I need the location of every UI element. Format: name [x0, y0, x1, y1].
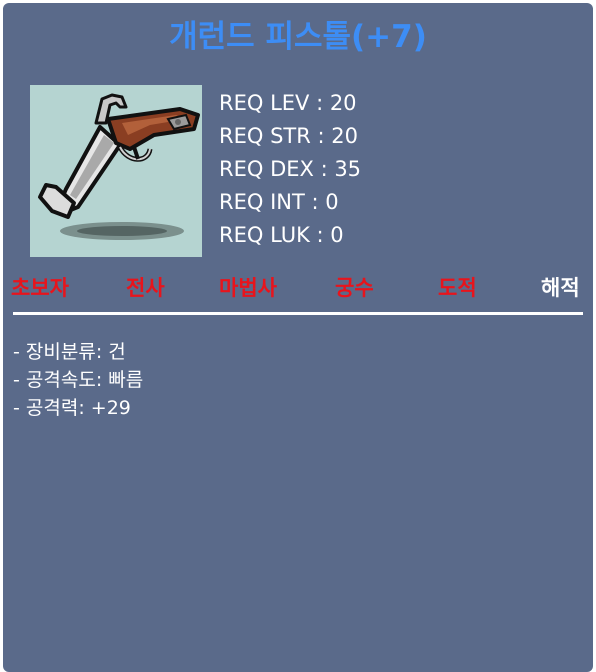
divider	[13, 312, 583, 315]
job-beginner: 초보자	[11, 276, 69, 300]
req-luk: REQ LUK : 0	[219, 223, 344, 247]
job-pirate: 해적	[541, 276, 580, 300]
item-name: 개런드 피스톨(+7)	[169, 19, 427, 55]
job-warrior: 전사	[126, 276, 165, 300]
job-thief: 도적	[438, 276, 477, 300]
req-str: REQ STR : 20	[219, 124, 358, 148]
stat-attack: - 공격력: +29	[13, 397, 131, 419]
stat-attack-speed: - 공격속도: 빠름	[13, 369, 144, 391]
stat-category: - 장비분류: 건	[13, 341, 126, 363]
req-int: REQ INT : 0	[219, 190, 339, 214]
requirements-list: REQ LEV : 20 REQ STR : 20 REQ DEX : 35 R…	[219, 87, 361, 252]
item-tooltip: 개런드 피스톨(+7) REQ LEV : 20 REQ STR: 20 RE…	[3, 3, 593, 672]
job-requirements: 초보자 전사 마법사 궁수 도적 해적	[3, 273, 593, 303]
pistol-icon	[30, 85, 202, 257]
req-dex: REQ DEX : 35	[219, 157, 362, 181]
req-level: REQ LEV : 20	[219, 91, 357, 115]
job-archer: 궁수	[335, 276, 374, 300]
item-stats: - 장비분류: 건 - 공격속도: 빠름 - 공격력: +29	[13, 338, 143, 422]
job-magician: 마법사	[219, 276, 277, 300]
